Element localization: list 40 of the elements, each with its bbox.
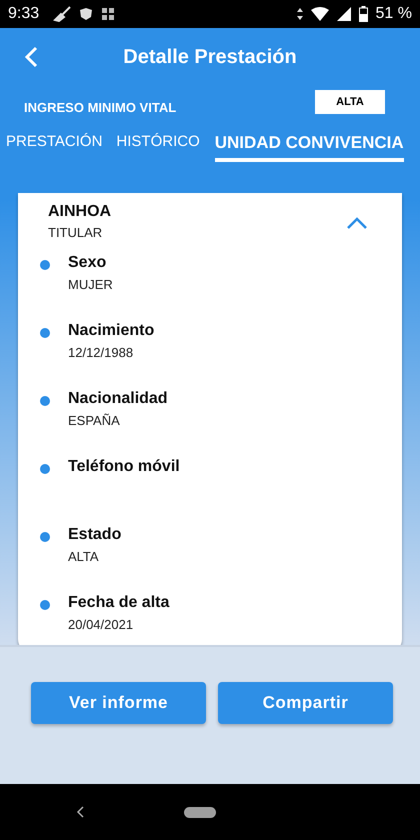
bullet-dot [40,328,50,338]
chevron-icon[interactable] [346,217,368,229]
field-value: ALTA [68,549,100,564]
bullet-dot [40,532,50,542]
data-arrows-icon [296,8,303,20]
tab[interactable]: UNIDAD CONVIVENCIA [214,118,404,162]
action-button[interactable]: Ver informe [31,682,206,724]
shield-icon [79,7,94,21]
field-value: 12/12/1988 [68,345,134,360]
field-label: Nacimiento [68,322,154,340]
battery-icon [358,6,368,22]
back-nav-icon[interactable] [76,806,84,818]
bullet-dot [40,464,50,474]
back-icon[interactable] [24,46,38,68]
action-button[interactable]: Compartir [218,682,393,724]
field-label: Nacionalidad [68,390,168,408]
screen-title: Detalle Prestación [123,46,297,68]
grid-icon [101,7,116,21]
wifi-icon [310,7,329,21]
bullet-dot [40,260,50,270]
tab[interactable]: HISTÓRICO [116,118,200,162]
broom-icon [53,6,72,22]
benefit-name: INGRESO MINIMO VITAL [24,100,176,114]
field-value: ESPAÑA [68,413,121,428]
status-badge: ALTA [315,90,385,114]
bullet-dot [40,600,50,610]
field-label: Sexo [68,254,108,272]
signal-icon [336,7,351,21]
field-label: Teléfono móvil [68,458,180,476]
bullet-dot [40,396,50,406]
field-value: MUJER [68,277,113,292]
member-role: TITULAR [48,225,104,240]
battery-percent: 51 % [376,5,412,23]
home-pill[interactable] [184,806,216,818]
member-name: AINHOA [48,203,112,221]
tab[interactable]: PRESTACIÓN [6,118,102,162]
field-label: Estado [68,526,122,544]
field-value: 20/04/2021 [68,617,134,632]
status-time: 9:33 [8,5,40,23]
field-label: Fecha de alta [68,594,170,612]
